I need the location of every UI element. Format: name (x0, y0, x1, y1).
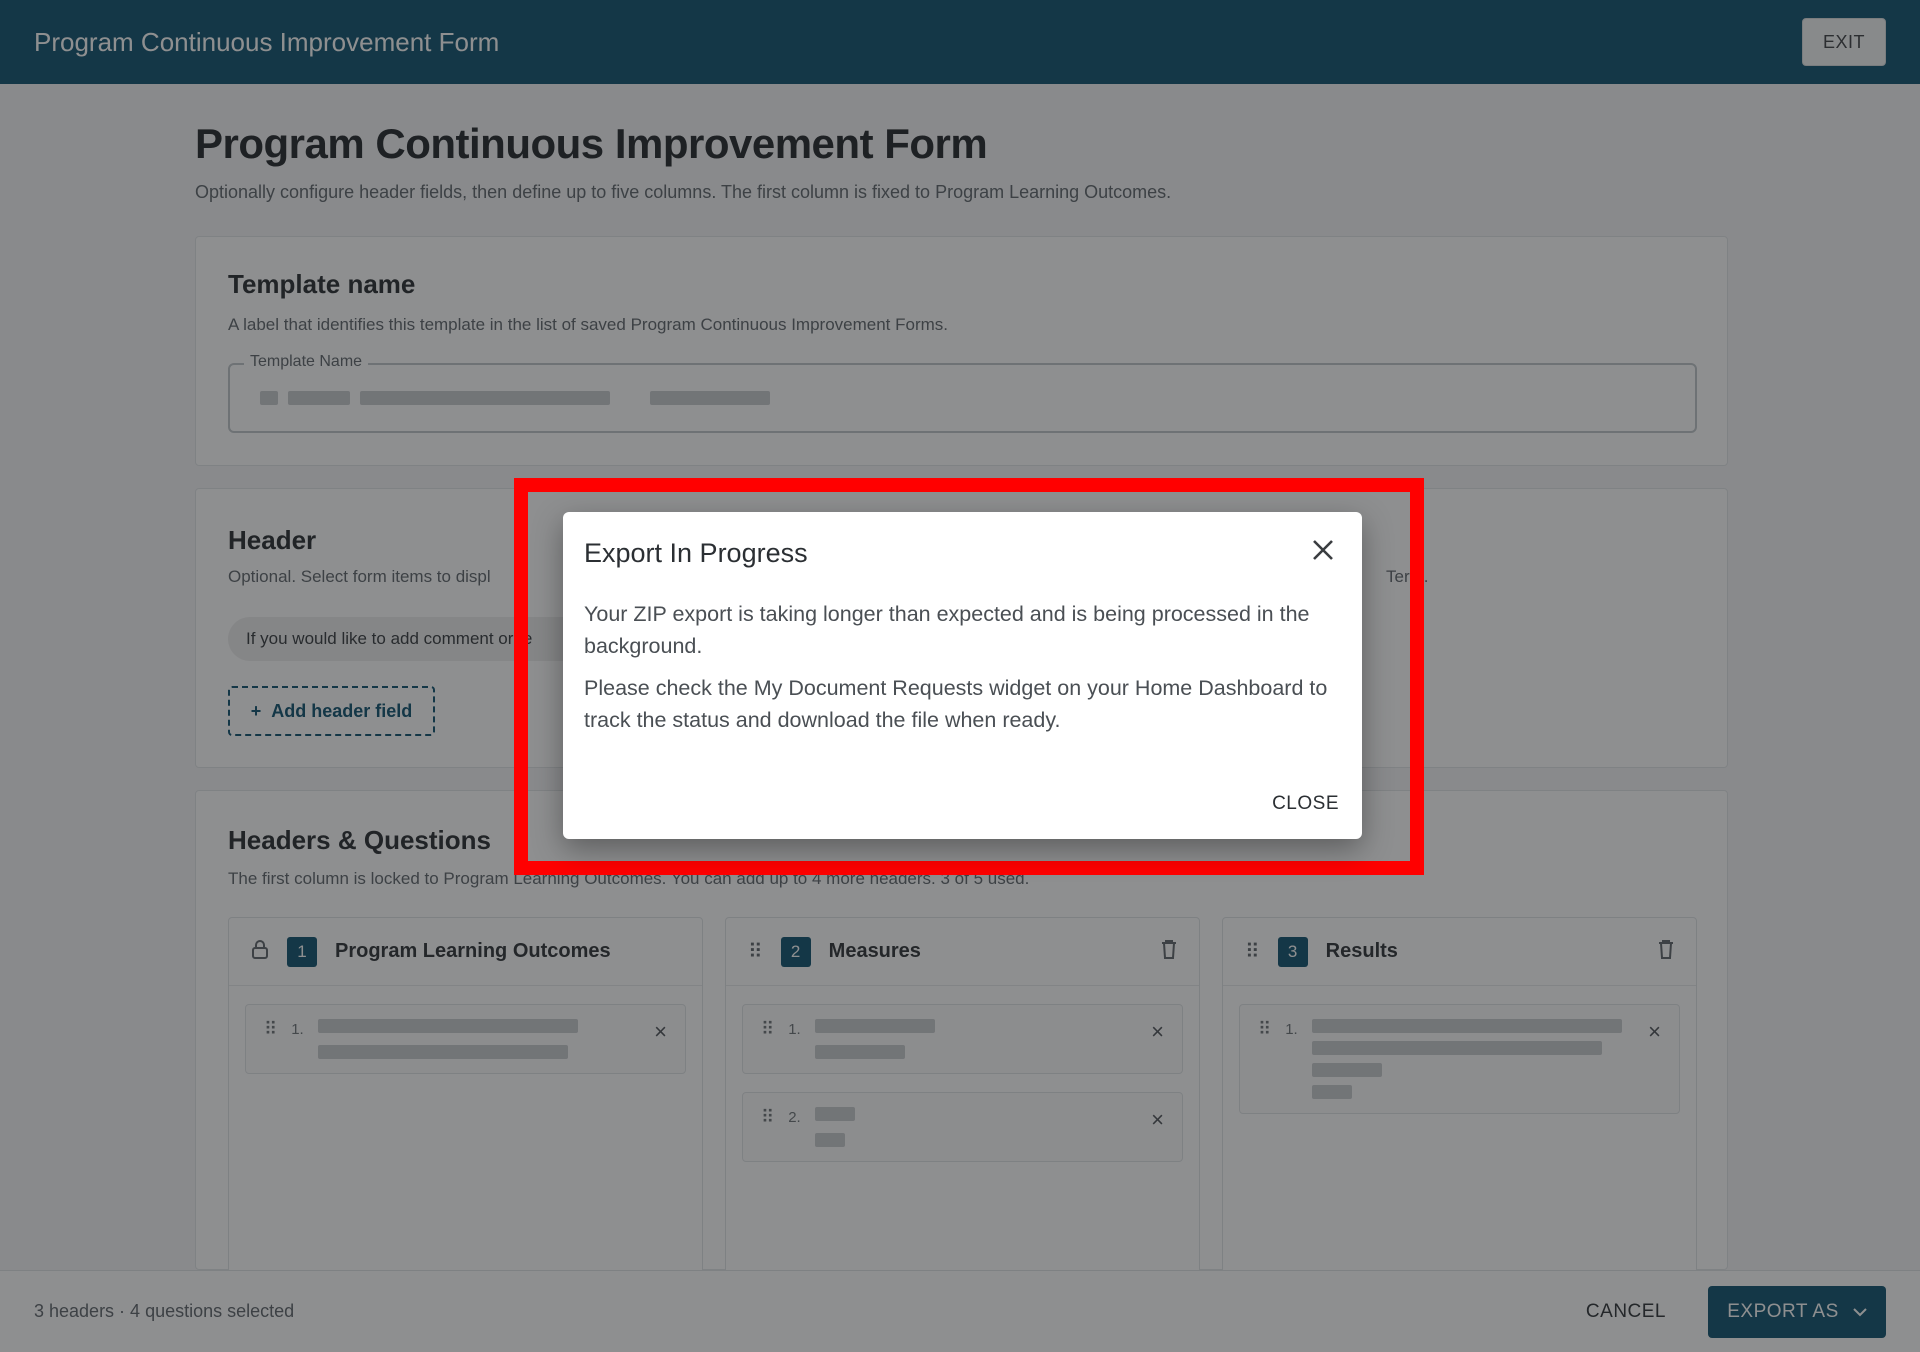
dialog-paragraph-1: Your ZIP export is taking longer than ex… (584, 602, 1310, 658)
dialog-paragraph-2: Please check the My Document Requests wi… (584, 676, 1328, 732)
dialog-body: Your ZIP export is taking longer than ex… (584, 598, 1344, 736)
dialog-close-button[interactable]: CLOSE (1272, 793, 1339, 815)
close-icon[interactable] (1312, 534, 1334, 566)
export-in-progress-dialog: Export In Progress Your ZIP export is ta… (563, 512, 1362, 839)
dialog-title: Export In Progress (584, 538, 808, 568)
